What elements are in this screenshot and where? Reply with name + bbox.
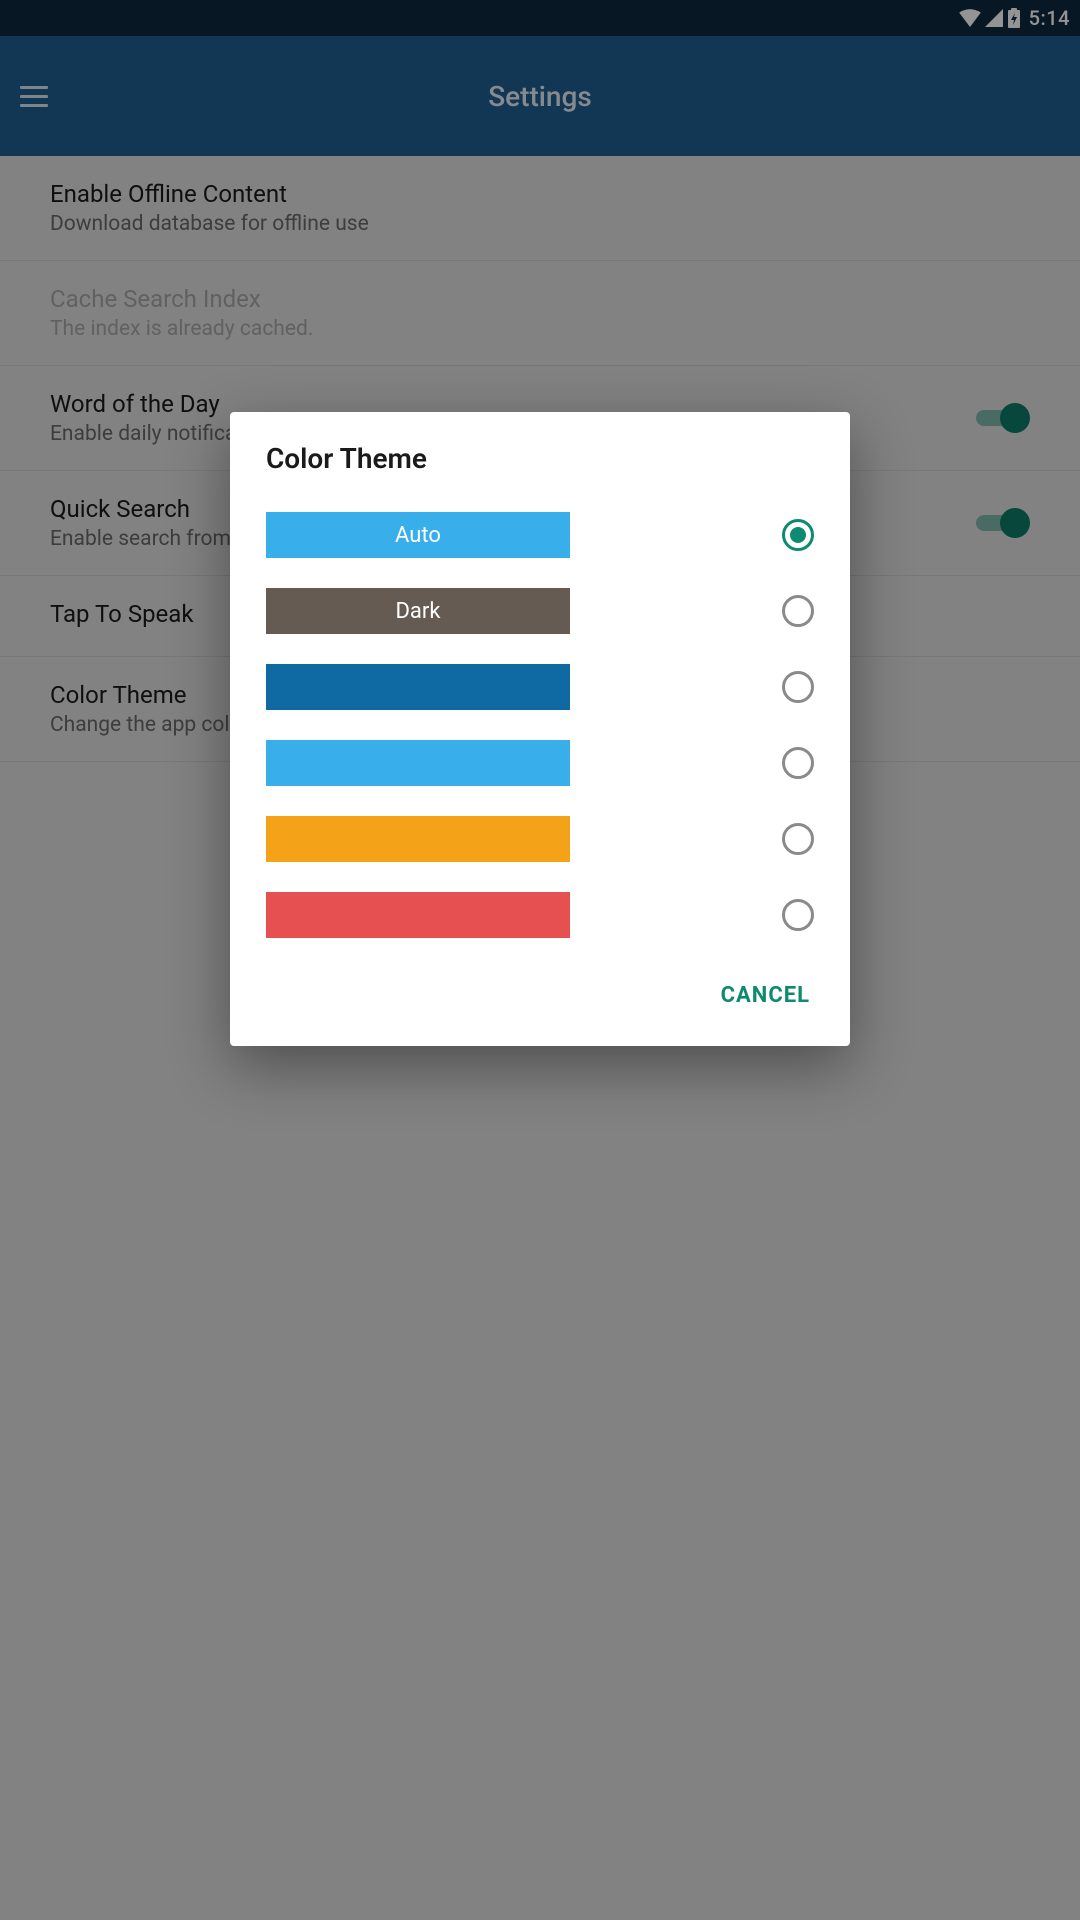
radio-button[interactable] [782, 823, 814, 855]
radio-button[interactable] [782, 595, 814, 627]
theme-option[interactable]: Dark [266, 573, 814, 649]
color-swatch [266, 740, 570, 786]
theme-option[interactable] [266, 877, 814, 953]
cancel-button[interactable]: CANCEL [717, 971, 814, 1020]
dialog-actions: CANCEL [230, 953, 850, 1038]
modal-scrim[interactable]: Color Theme Auto Dark CANCEL [0, 0, 1080, 1920]
theme-option[interactable]: Auto [266, 497, 814, 573]
radio-button[interactable] [782, 747, 814, 779]
color-swatch [266, 664, 570, 710]
color-swatch [266, 892, 570, 938]
theme-option[interactable] [266, 801, 814, 877]
theme-option[interactable] [266, 649, 814, 725]
dialog-title: Color Theme [230, 412, 850, 497]
radio-button[interactable] [782, 519, 814, 551]
color-theme-dialog: Color Theme Auto Dark CANCEL [230, 412, 850, 1046]
color-swatch [266, 816, 570, 862]
color-swatch: Dark [266, 588, 570, 634]
dialog-options-list: Auto Dark [230, 497, 850, 953]
theme-option[interactable] [266, 725, 814, 801]
radio-button[interactable] [782, 899, 814, 931]
color-swatch: Auto [266, 512, 570, 558]
radio-button[interactable] [782, 671, 814, 703]
